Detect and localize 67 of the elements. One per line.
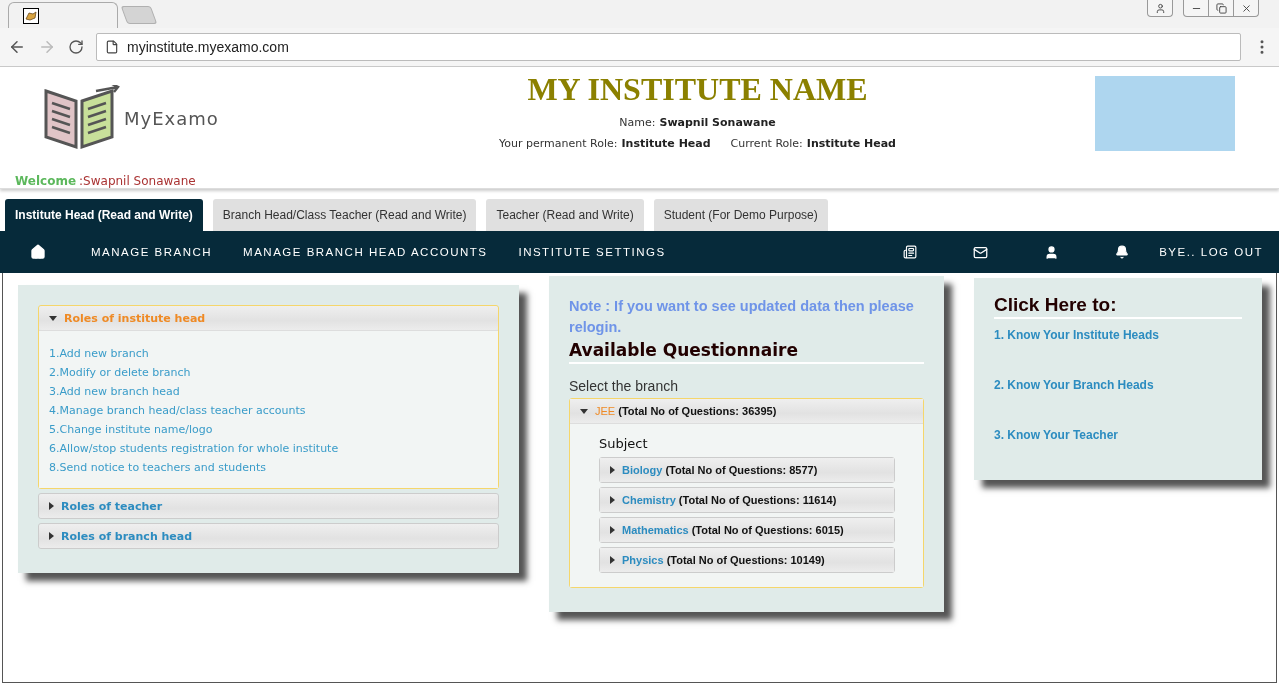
welcome-name: :Swapnil Sonawane (79, 174, 196, 188)
name-label: Name: (619, 116, 656, 129)
subject-header[interactable]: Physics (Total No of Questions: 10149) (600, 548, 894, 572)
current-role-label: Current Role: (730, 137, 803, 150)
branch-link[interactable]: JEE (595, 405, 616, 417)
page-icon (105, 40, 119, 54)
reload-icon[interactable] (68, 39, 84, 55)
role-tab[interactable]: Teacher (Read and Write) (486, 199, 644, 231)
note-text: Note : If you want to see updated data then please relogin. (569, 297, 915, 337)
logo-text: MyExamo (124, 107, 219, 129)
know-link[interactable]: 2. Know Your Branch Heads (994, 378, 1242, 392)
role-tab[interactable]: Branch Head/Class Teacher (Read and Write) (212, 199, 477, 231)
role-link[interactable]: 4.Manage branch head/class teacher accounts (49, 404, 488, 417)
current-role-value: Institute Head (806, 137, 896, 150)
address-bar[interactable]: myinstitute.myexamo.com (96, 33, 1241, 61)
subject-link[interactable]: Chemistry (622, 494, 676, 506)
role-link[interactable]: 6.Allow/stop students registration for whole institute (49, 442, 488, 455)
panel-title: Click Here to: (994, 294, 1242, 319)
subject-link[interactable]: Physics (622, 554, 664, 566)
book-icon[interactable] (903, 245, 918, 259)
know-link[interactable]: 1. Know Your Institute Heads (994, 328, 1242, 342)
subject-link[interactable]: Biology (622, 464, 663, 476)
question-count: (Total No of Questions: 36395) (618, 405, 777, 417)
question-count: (Total No of Questions: 11614) (678, 494, 837, 506)
nav-link[interactable]: MANAGE BRANCH HEAD ACCOUNTS (243, 246, 488, 258)
subject-header[interactable]: Chemistry (Total No of Questions: 11614) (600, 488, 894, 512)
back-icon[interactable] (8, 38, 26, 56)
section-title: Available Questionnaire (569, 340, 924, 364)
user-name: Swapnil Sonawane (659, 116, 776, 129)
institute-name: MY INSTITUTE NAME (527, 71, 868, 108)
accordion-header[interactable]: Roles of institute head (39, 306, 498, 330)
subject-link[interactable]: Mathematics (622, 524, 689, 536)
subject-header[interactable]: Mathematics (Total No of Questions: 6015) (600, 518, 894, 542)
subject-label: Subject (599, 436, 649, 451)
branch-header[interactable]: JEE (Total No of Questions: 36395) (570, 399, 923, 423)
role-link[interactable]: 2.Modify or delete branch (49, 366, 488, 379)
subject-header[interactable]: Biology (Total No of Questions: 8577) (600, 458, 894, 482)
permanent-role-value: Institute Head (621, 137, 711, 150)
nav-link[interactable]: MANAGE BRANCH (91, 246, 213, 258)
nav-link[interactable]: INSTITUTE SETTINGS (518, 246, 666, 258)
favicon-icon (23, 7, 39, 24)
logout-link[interactable]: BYE.. LOG OUT (1159, 246, 1263, 258)
role-link[interactable]: 8.Send notice to teachers and students (49, 461, 488, 474)
role-tab[interactable]: Student (For Demo Purpose) (653, 199, 828, 231)
restore-icon (1215, 2, 1227, 14)
question-count: (Total No of Questions: 6015) (691, 524, 844, 536)
mail-icon[interactable] (973, 244, 989, 260)
question-count: (Total No of Questions: 10149) (666, 554, 825, 566)
close-icon (1240, 2, 1252, 14)
question-count: (Total No of Questions: 8577) (665, 464, 818, 476)
welcome-label: Welcome (15, 174, 77, 188)
home-icon[interactable] (30, 244, 46, 260)
accordion-header[interactable]: Roles of teacher (39, 494, 498, 518)
role-link[interactable]: 1.Add new branch (49, 347, 488, 360)
know-link[interactable]: 3. Know Your Teacher (994, 428, 1242, 442)
accordion-header[interactable]: Roles of branch head (39, 524, 498, 548)
profile-icon (1154, 2, 1166, 14)
role-tab[interactable]: Institute Head (Read and Write) (5, 199, 203, 231)
role-link[interactable]: 3.Add new branch head (49, 385, 488, 398)
bell-icon[interactable] (1115, 245, 1130, 259)
browser-tab[interactable] (8, 2, 118, 28)
profile-button[interactable] (1147, 0, 1173, 17)
role-link[interactable]: 5.Change institute name/logo (49, 423, 488, 436)
permanent-role-label: Your permanent Role: (499, 137, 618, 150)
open-book-logo-icon (42, 85, 122, 151)
select-branch-label: Select the branch (569, 378, 679, 394)
user-icon[interactable] (1044, 244, 1060, 260)
